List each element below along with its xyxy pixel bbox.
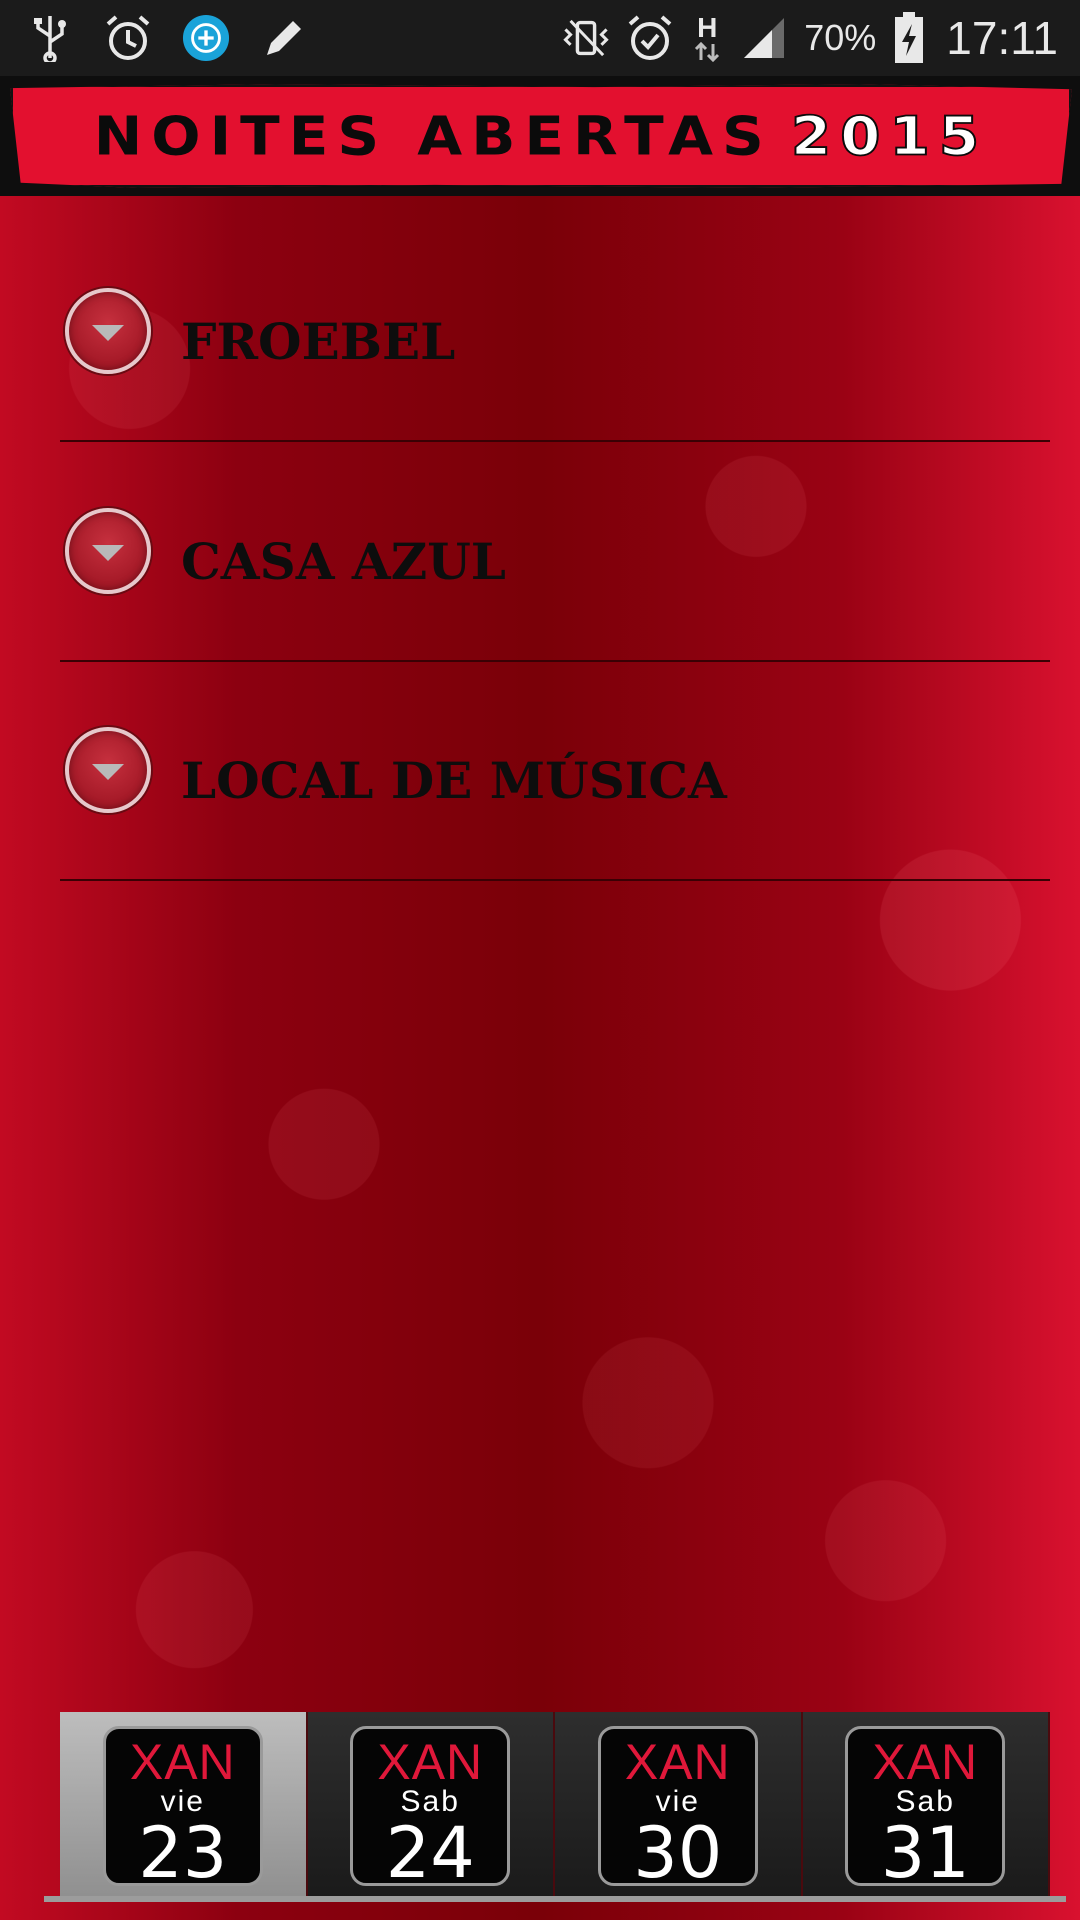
data-arrows-icon: H <box>690 14 724 62</box>
tab-indicator-track <box>44 1896 1066 1902</box>
date-card: XAN vie 23 <box>102 1726 263 1894</box>
system-indicators: H 70% 17:11 <box>562 0 1058 76</box>
venue-item-froebel[interactable]: FROEBEL <box>60 242 1050 442</box>
battery-percent: 70% <box>804 17 877 58</box>
notification-icons <box>26 10 308 66</box>
date-month: XAN <box>624 1734 731 1790</box>
alarm-clock-icon <box>104 14 152 62</box>
date-card: XAN Sab 24 <box>350 1726 511 1894</box>
date-tab-31[interactable]: XAN Sab 31 <box>802 1712 1050 1900</box>
alarm-icon <box>626 14 674 62</box>
expand-button[interactable] <box>65 727 151 813</box>
expand-button[interactable] <box>65 288 151 374</box>
date-day: 31 <box>880 1812 970 1894</box>
chevron-down-icon <box>92 764 124 780</box>
pencil-icon <box>260 14 308 62</box>
expand-button[interactable] <box>65 508 151 594</box>
date-day: 23 <box>138 1812 228 1894</box>
app-header: NOITES ABERTAS 2015 <box>0 76 1080 196</box>
app-title-text: NOITES ABERTAS <box>93 104 773 168</box>
date-card: XAN Sab 31 <box>845 1726 1006 1894</box>
venue-label: CASA AZUL <box>181 531 506 591</box>
chevron-down-icon <box>92 545 124 561</box>
app-title: NOITES ABERTAS 2015 <box>93 104 989 168</box>
venue-label: FROEBEL <box>181 311 456 371</box>
status-bar: H 70% 17:11 <box>0 0 1080 76</box>
title-banner: NOITES ABERTAS 2015 <box>10 84 1072 188</box>
chevron-down-icon <box>92 325 124 341</box>
venue-item-casa-azul[interactable]: CASA AZUL <box>60 462 1050 662</box>
venue-label: LOCAL DE MÚSICA <box>181 750 727 810</box>
date-month: XAN <box>129 1734 236 1790</box>
app-title-year: 2015 <box>790 104 989 168</box>
vibrate-mute-icon <box>562 14 610 62</box>
date-month: XAN <box>872 1734 979 1790</box>
date-tab-23[interactable]: XAN vie 23 <box>60 1712 308 1900</box>
sync-add-icon <box>182 14 230 62</box>
date-day: 24 <box>385 1812 475 1894</box>
venue-list-screen <box>0 196 1080 1920</box>
network-type-label: H <box>697 12 718 43</box>
date-tab-bar: XAN vie 23 XAN Sab 24 XAN vie 30 XAN Sab… <box>60 1712 1050 1900</box>
date-card: XAN vie 30 <box>597 1726 758 1894</box>
clock: 17:11 <box>946 12 1058 64</box>
date-month: XAN <box>377 1734 484 1790</box>
date-tab-30[interactable]: XAN vie 30 <box>555 1712 803 1900</box>
battery-charging-icon <box>892 12 926 63</box>
usb-icon <box>26 14 74 62</box>
venue-item-local-de-musica[interactable]: LOCAL DE MÚSICA <box>60 681 1050 881</box>
date-day: 30 <box>633 1812 723 1894</box>
date-tab-24[interactable]: XAN Sab 24 <box>307 1712 555 1900</box>
signal-icon <box>740 14 788 62</box>
